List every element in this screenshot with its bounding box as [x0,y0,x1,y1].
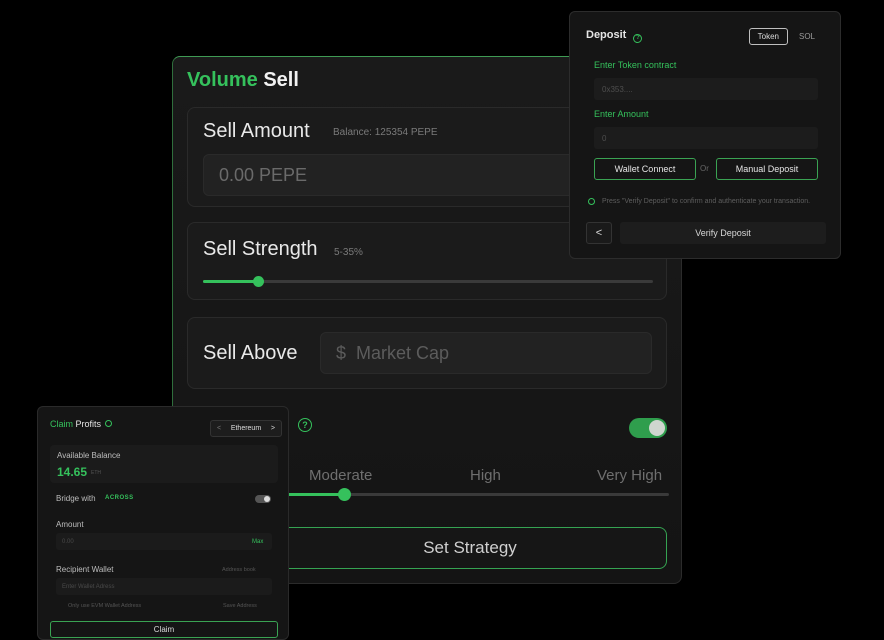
currency-symbol: $ [336,342,347,363]
amount-label: Enter Amount [594,109,649,119]
available-balance-label: Available Balance [57,451,121,460]
amount-input[interactable]: 0.00 [56,533,272,550]
deposit-help-icon[interactable]: ? [633,33,643,43]
deposit-panel: Deposit ? Token SOL Enter Token contract… [569,11,841,259]
level-very-high[interactable]: Very High [597,467,662,484]
sell-strength-slider[interactable] [203,276,653,287]
market-cap-input[interactable]: $ Market Cap [320,332,652,374]
deposit-title: Deposit ? [586,29,643,43]
tab-sol[interactable]: SOL [790,28,824,45]
strategy-level-slider[interactable] [273,488,669,501]
strategy-help-icon[interactable]: ? [298,418,312,432]
deposit-title-text: Deposit [586,29,627,41]
save-address-link[interactable]: Save Address [223,603,257,609]
token-contract-input[interactable]: 0x353.... [594,78,818,100]
chevron-left-icon[interactable]: < [217,425,221,432]
claim-title: Claim Profits [50,419,101,429]
token-contract-label: Enter Token contract [594,60,677,70]
evm-hint: Only use EVM Wallet Address [68,603,142,609]
level-moderate[interactable]: Moderate [309,467,372,484]
balance-unit: ETH [91,470,101,476]
claim-profits-panel: Claim Profits < Ethereum > Available Bal… [37,406,289,640]
deposit-tabs: Token SOL [748,28,824,45]
across-logo: ACROSS [105,495,134,501]
claim-button[interactable]: Claim [50,621,278,638]
sell-amount-label: Sell Amount [203,120,310,142]
info-icon [588,198,595,205]
slider-fill [203,280,258,283]
address-book-link[interactable]: Address book [222,567,256,573]
sell-above-card: Sell Above $ Market Cap [187,317,667,389]
toggle-knob [649,420,665,436]
manual-deposit-button[interactable]: Manual Deposit [716,158,818,180]
title-sell: Sell [263,69,299,91]
strategy-toggle[interactable] [629,418,667,438]
sell-strength-label: Sell Strength [203,238,318,260]
amount-input[interactable]: 0 [594,127,818,149]
panel-title: Volume Sell [187,69,299,92]
max-button[interactable]: Max [252,539,263,545]
bridge-label: Bridge with [56,494,96,503]
network-name: Ethereum [230,425,262,432]
recipient-wallet-input[interactable]: Enter Wallet Adress [56,578,272,595]
wallet-connect-button[interactable]: Wallet Connect [594,158,696,180]
verify-deposit-button[interactable]: Verify Deposit [620,222,826,244]
chevron-right-icon[interactable]: > [271,425,275,432]
claim-title-white: Profits [73,419,102,429]
sell-above-label: Sell Above [203,342,298,364]
network-select[interactable]: < Ethereum > [210,420,282,437]
sell-strength-range: 5-35% [334,247,363,258]
tab-token[interactable]: Token [748,28,788,45]
recipient-wallet-label: Recipient Wallet [56,565,114,574]
chevron-left-icon[interactable]: < [586,222,612,244]
set-strategy-button[interactable]: Set Strategy [273,527,667,569]
bridge-toggle[interactable] [255,495,271,503]
amount-label: Amount [56,520,84,529]
slider-thumb[interactable] [253,276,264,287]
deposit-note: Press "Verify Deposit" to confirm and au… [602,198,811,205]
available-balance-value: 14.65 [57,465,88,479]
market-cap-placeholder: Market Cap [356,342,450,363]
info-icon [105,420,112,427]
balance-text: Balance: 125354 PEPE [333,127,438,138]
level-high[interactable]: High [470,467,501,484]
claim-title-green: Claim [50,419,74,429]
title-volume: Volume [187,69,258,91]
toggle-knob [264,496,270,502]
available-balance-box: Available Balance 14.65 ETH [50,445,278,483]
or-text: Or [700,164,709,173]
level-slider-thumb[interactable] [338,488,351,501]
